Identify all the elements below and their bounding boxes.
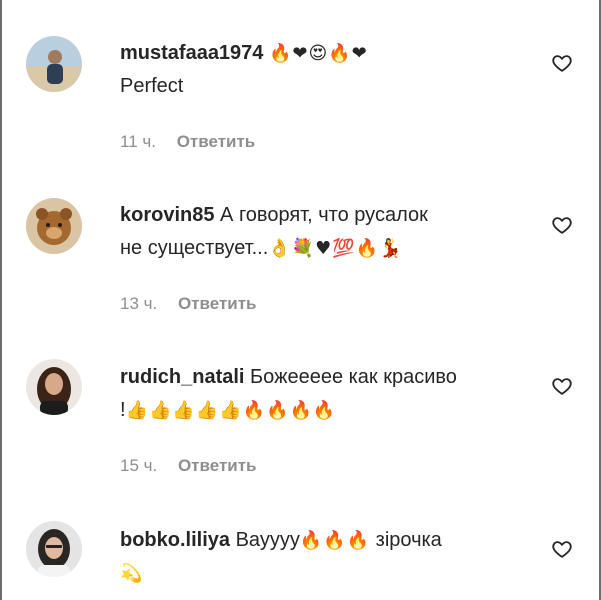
username[interactable]: mustafaaa1974 (120, 42, 263, 64)
comment-text: А говорят, что русалок (220, 204, 428, 226)
comment-emoji: 👌💐♥💯🔥💃 (268, 238, 403, 259)
reply-button[interactable]: Ответить (177, 132, 256, 151)
comments-panel: mustafaaa1974 🔥❤😍🔥❤ Perfect 11 ч. Ответи… (0, 0, 601, 600)
username[interactable]: bobko.liliya (120, 529, 230, 551)
comment-text: Божеееее как красиво (250, 366, 457, 388)
comment-emoji: 👍👍👍👍👍🔥🔥🔥🔥 (125, 400, 337, 421)
comment-text: зірочка (375, 529, 442, 551)
comment-text: не существует... (120, 237, 269, 259)
heart-outline-icon[interactable] (551, 375, 573, 397)
avatar[interactable] (26, 359, 82, 415)
comment-meta: 13 ч. Ответить (120, 294, 257, 314)
comment-meta: 15 ч. Ответить (120, 456, 257, 476)
avatar[interactable] (26, 36, 82, 92)
comment-text: Perfect (120, 75, 184, 97)
username[interactable]: korovin85 (120, 204, 214, 226)
avatar[interactable] (26, 521, 82, 577)
comment-emoji: 🔥❤😍🔥❤ (269, 43, 368, 64)
username[interactable]: rudich_natali (120, 366, 244, 388)
avatar[interactable] (26, 198, 82, 254)
reply-button[interactable]: Ответить (178, 456, 257, 475)
comment-emoji: 💫 (120, 563, 144, 584)
comment-text: Вауууу (235, 529, 300, 551)
heart-outline-icon[interactable] (551, 538, 573, 560)
comment-time: 15 ч. (120, 456, 158, 475)
heart-outline-icon[interactable] (551, 52, 573, 74)
comment-time: 11 ч. (120, 132, 156, 151)
comment-time: 13 ч. (120, 294, 158, 313)
heart-outline-icon[interactable] (551, 214, 573, 236)
comment-emoji: 🔥🔥🔥 (299, 530, 371, 551)
comment-meta: 11 ч. Ответить (120, 132, 255, 152)
reply-button[interactable]: Ответить (178, 294, 257, 313)
